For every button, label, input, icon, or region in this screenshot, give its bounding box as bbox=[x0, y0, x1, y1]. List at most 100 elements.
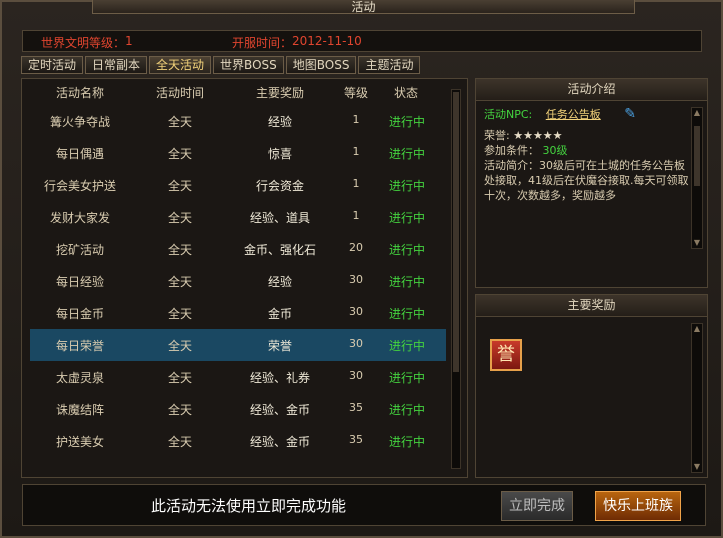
table-row[interactable]: 每日金币 全天 金币 30 进行中 bbox=[30, 297, 446, 329]
tab-timed[interactable]: 定时活动 bbox=[21, 56, 84, 74]
cond-label: 参加条件： bbox=[484, 144, 539, 157]
table-row[interactable]: 每日经验 全天 经验 30 进行中 bbox=[30, 265, 446, 297]
reward-scroll-down-icon[interactable]: ▼ bbox=[693, 463, 701, 471]
activity-reward: 金币 bbox=[267, 307, 293, 321]
intro-panel: 活动介绍 活动NPC: 任务公告板 ✎ 荣誉: ★★★★★ 参加条件： 30级 … bbox=[475, 78, 708, 288]
table-row[interactable]: 护送美女 全天 经验、金币 35 进行中 bbox=[30, 425, 446, 457]
activity-time: 全天 bbox=[167, 371, 193, 385]
activity-reward: 经验、金币 bbox=[249, 403, 311, 417]
activity-level: 30 bbox=[349, 369, 363, 382]
activity-level: 1 bbox=[352, 145, 360, 158]
activity-reward: 经验 bbox=[267, 275, 293, 289]
activity-status: 进行中 bbox=[388, 371, 426, 385]
tab-bar: 定时活动 日常副本 全天活动 世界BOSS 地图BOSS 主题活动 bbox=[21, 56, 422, 74]
cond-line: 参加条件： 30级 bbox=[484, 143, 690, 158]
tab-all-day[interactable]: 全天活动 bbox=[149, 56, 212, 74]
table-row[interactable]: 发财大家发 全天 经验、道具 1 进行中 bbox=[30, 201, 446, 233]
footer-message: 此活动无法使用立即完成功能 bbox=[151, 497, 347, 515]
activity-level: 30 bbox=[349, 337, 363, 350]
open-time-label: 开服时间： bbox=[232, 36, 293, 50]
table-row[interactable]: 诛魔结阵 全天 经验、金币 35 进行中 bbox=[30, 393, 446, 425]
reward-title: 主要奖励 bbox=[476, 295, 707, 317]
activity-level: 35 bbox=[349, 433, 363, 446]
intro-scroll-thumb[interactable] bbox=[694, 126, 700, 186]
tab-map-boss[interactable]: 地图BOSS bbox=[285, 56, 357, 74]
activity-status: 进行中 bbox=[388, 435, 426, 449]
activity-time: 全天 bbox=[167, 179, 193, 193]
activity-reward: 行会资金 bbox=[255, 179, 305, 193]
happy-worker-button[interactable]: 快乐上班族 bbox=[595, 491, 681, 521]
quill-icon[interactable]: ✎ bbox=[624, 107, 636, 122]
scroll-down-icon[interactable]: ▼ bbox=[693, 239, 701, 247]
activity-list: 活动名称 活动时间 主要奖励 等级 状态 篝火争夺战 全天 经验 1 进行中 每日偶遇 全天… bbox=[21, 78, 468, 478]
activity-window: 活动 世界文明等级： 1 开服时间： 2012-11-10 定时活动 日常副本 … bbox=[0, 0, 723, 538]
activity-time: 全天 bbox=[167, 307, 193, 321]
reward-panel: 主要奖励 誉 ▲ ▼ bbox=[475, 294, 708, 478]
list-scrollbar[interactable] bbox=[451, 89, 461, 469]
activity-name: 每日荣誉 bbox=[55, 339, 105, 353]
tab-daily-dungeon[interactable]: 日常副本 bbox=[85, 56, 148, 74]
civ-level-label: 世界文明等级： bbox=[41, 36, 126, 50]
activity-status: 进行中 bbox=[388, 179, 426, 193]
activity-name: 太虚灵泉 bbox=[55, 371, 105, 385]
footer-bar: 此活动无法使用立即完成功能 立即完成 快乐上班族 bbox=[22, 484, 706, 526]
list-header: 活动名称 活动时间 主要奖励 等级 状态 bbox=[22, 81, 452, 103]
tab-theme[interactable]: 主题活动 bbox=[358, 56, 421, 74]
table-row[interactable]: 太虚灵泉 全天 经验、礼券 30 进行中 bbox=[30, 361, 446, 393]
table-row[interactable]: 每日荣誉 全天 荣誉 30 进行中 bbox=[30, 329, 446, 361]
activity-status: 进行中 bbox=[388, 339, 426, 353]
activity-status: 进行中 bbox=[388, 115, 426, 129]
star-rating: ★★★★★ bbox=[513, 129, 563, 142]
activity-status: 进行中 bbox=[388, 147, 426, 161]
table-row[interactable]: 篝火争夺战 全天 经验 1 进行中 bbox=[30, 105, 446, 137]
npc-link[interactable]: 任务公告板 bbox=[546, 108, 601, 121]
activity-level: 1 bbox=[352, 177, 360, 190]
activity-reward: 惊喜 bbox=[267, 147, 293, 161]
npc-line: 活动NPC: 任务公告板 ✎ bbox=[484, 107, 690, 122]
table-row[interactable]: 挖矿活动 全天 金币、强化石 20 进行中 bbox=[30, 233, 446, 265]
tab-world-boss[interactable]: 世界BOSS bbox=[213, 56, 284, 74]
table-row[interactable]: 每日偶遇 全天 惊喜 1 进行中 bbox=[30, 137, 446, 169]
activity-time: 全天 bbox=[167, 403, 193, 417]
activity-name: 挖矿活动 bbox=[55, 243, 105, 257]
header-reward: 主要奖励 bbox=[255, 86, 305, 100]
header-status: 状态 bbox=[393, 86, 419, 100]
activity-time: 全天 bbox=[167, 339, 193, 353]
header-time: 活动时间 bbox=[155, 86, 205, 100]
complete-now-button[interactable]: 立即完成 bbox=[501, 491, 573, 521]
activity-status: 进行中 bbox=[388, 403, 426, 417]
intro-title: 活动介绍 bbox=[476, 79, 707, 101]
activity-name: 诛魔结阵 bbox=[55, 403, 105, 417]
honor-reward-icon[interactable]: 誉 bbox=[490, 339, 522, 371]
honor-label: 荣誉: bbox=[484, 129, 510, 142]
activity-time: 全天 bbox=[167, 211, 193, 225]
activity-name: 每日金币 bbox=[55, 307, 105, 321]
honor-line: 荣誉: ★★★★★ bbox=[484, 128, 690, 143]
activity-level: 1 bbox=[352, 209, 360, 222]
table-row[interactable]: 行会美女护送 全天 行会资金 1 进行中 bbox=[30, 169, 446, 201]
list-rows: 篝火争夺战 全天 经验 1 进行中 每日偶遇 全天 惊喜 1 进行中 行会美女护送 全天 行会资金 1 进行… bbox=[30, 105, 446, 457]
intro-scrollbar[interactable]: ▲ ▼ bbox=[691, 107, 703, 249]
intro-body: 活动NPC: 任务公告板 ✎ 荣誉: ★★★★★ 参加条件： 30级 活动简介：… bbox=[484, 107, 690, 203]
activity-level: 1 bbox=[352, 113, 360, 126]
header-level: 等级 bbox=[343, 86, 369, 100]
activity-level: 35 bbox=[349, 401, 363, 414]
list-scroll-thumb[interactable] bbox=[453, 92, 459, 372]
activity-time: 全天 bbox=[167, 115, 193, 129]
activity-level: 30 bbox=[349, 305, 363, 318]
civ-level-value: 1 bbox=[125, 34, 133, 48]
intro-description: 活动简介：30级后可在土城的任务公告板处接取，41级后在伏魔谷接取.每天可领取十… bbox=[484, 159, 689, 202]
activity-level: 20 bbox=[349, 241, 363, 254]
open-time-value: 2012-11-10 bbox=[292, 34, 362, 48]
header-name: 活动名称 bbox=[55, 86, 105, 100]
activity-time: 全天 bbox=[167, 243, 193, 257]
activity-reward: 经验、金币 bbox=[249, 435, 311, 449]
activity-status: 进行中 bbox=[388, 307, 426, 321]
activity-level: 30 bbox=[349, 273, 363, 286]
reward-scroll-up-icon[interactable]: ▲ bbox=[693, 325, 701, 333]
activity-name: 每日经验 bbox=[55, 275, 105, 289]
activity-time: 全天 bbox=[167, 147, 193, 161]
reward-scrollbar[interactable]: ▲ ▼ bbox=[691, 323, 703, 473]
activity-time: 全天 bbox=[167, 275, 193, 289]
scroll-up-icon[interactable]: ▲ bbox=[693, 109, 701, 117]
